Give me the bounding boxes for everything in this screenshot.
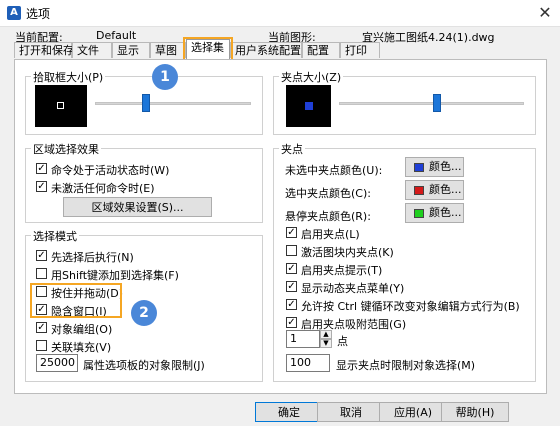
selected-grip-color-button[interactable]: 颜色...: [405, 180, 464, 200]
selected-grip-color-label: 选中夹点颜色(C):: [285, 187, 371, 200]
unselected-grip-color-label: 未选中夹点颜色(U):: [285, 164, 383, 177]
grip-snap-range-checkbox[interactable]: ✓: [286, 317, 297, 328]
grips-in-blocks-checkbox[interactable]: [286, 245, 297, 256]
window-title: 选项: [26, 7, 51, 21]
properties-limit-input[interactable]: 25000: [36, 354, 78, 372]
tab-plot[interactable]: 打印: [340, 42, 380, 58]
ok-button[interactable]: 确定: [255, 402, 323, 422]
noun-verb-checkbox[interactable]: ✓: [36, 250, 47, 261]
unselected-color-swatch: [414, 163, 424, 172]
grip-snap-value-input[interactable]: 1: [286, 330, 320, 348]
help-button[interactable]: 帮助(H): [441, 402, 509, 422]
grip-snap-unit: 点: [337, 335, 348, 348]
enable-grips-label: 启用夹点(L): [301, 228, 360, 241]
associative-hatch-checkbox[interactable]: [36, 340, 47, 351]
selection-mode-title: 选择模式: [31, 228, 79, 244]
pickbox-preview: [35, 85, 87, 127]
cancel-button[interactable]: 取消: [317, 402, 385, 422]
apply-button[interactable]: 应用(A): [379, 402, 447, 422]
properties-limit-label: 属性选项板的对象限制(J): [83, 359, 205, 372]
enable-grips-checkbox[interactable]: ✓: [286, 227, 297, 238]
spin-down-icon[interactable]: ▼: [320, 339, 332, 348]
annotation-badge-2: 2: [131, 300, 157, 326]
grip-object-limit-label: 显示夹点时限制对象选择(M): [336, 359, 476, 372]
hover-grip-color-button[interactable]: 颜色...: [405, 203, 464, 223]
grips-title: 夹点: [279, 141, 305, 157]
area-effect-title: 区域选择效果: [31, 141, 101, 157]
hover-color-button-label: 颜色...: [429, 206, 462, 219]
area-effect-idle-checkbox[interactable]: ✓: [36, 181, 47, 192]
tab-drafting[interactable]: 草图: [150, 42, 186, 58]
area-effect-active-checkbox[interactable]: ✓: [36, 163, 47, 174]
grip-marker: [305, 102, 313, 110]
shift-add-label: 用Shift键添加到选择集(F): [51, 269, 179, 282]
noun-verb-label: 先选择后执行(N): [51, 251, 134, 264]
tab-open-save[interactable]: 打开和保存: [14, 42, 74, 58]
unselected-grip-color-button[interactable]: 颜色...: [405, 157, 464, 177]
highlight-selection-options: [30, 283, 122, 318]
spin-up-icon[interactable]: ▲: [320, 330, 332, 339]
close-icon[interactable]: ✕: [536, 4, 554, 22]
ctrl-cycle-checkbox[interactable]: ✓: [286, 299, 297, 310]
dynamic-grip-menu-checkbox[interactable]: ✓: [286, 281, 297, 292]
tab-user-preferences[interactable]: 用户系统配置: [230, 42, 302, 58]
title-bar: [0, 0, 560, 27]
app-icon: A: [7, 6, 21, 20]
pickbox-slider-thumb[interactable]: [142, 94, 151, 112]
grip-size-slider-thumb[interactable]: [433, 94, 442, 112]
area-effect-settings-button[interactable]: 区域效果设置(S)...: [63, 197, 212, 217]
shift-add-checkbox[interactable]: [36, 268, 47, 279]
pickbox-slider-track[interactable]: [95, 102, 251, 105]
pickbox-title: 拾取框大小(P): [31, 69, 106, 85]
object-grouping-label: 对象编组(O): [51, 323, 113, 336]
associative-hatch-label: 关联填充(V): [51, 341, 112, 354]
pickbox-marker: [57, 102, 64, 109]
current-drawing-value: 宜兴施工图纸4.24(1).dwg: [362, 31, 495, 44]
tab-profiles[interactable]: 配置: [302, 42, 340, 58]
selected-color-swatch: [414, 186, 424, 195]
grip-size-preview: [286, 85, 331, 127]
grip-size-slider-track[interactable]: [339, 102, 524, 105]
hover-color-swatch: [414, 209, 424, 218]
current-profile-value: Default: [96, 29, 137, 42]
tab-display[interactable]: 显示: [112, 42, 150, 58]
grip-size-title: 夹点大小(Z): [279, 69, 344, 85]
area-effect-active-label: 命令处于活动状态时(W): [51, 164, 170, 177]
area-effect-idle-label: 未激活任何命令时(E): [51, 182, 155, 195]
selected-color-button-label: 颜色...: [429, 183, 462, 196]
ctrl-cycle-label: 允许按 Ctrl 键循环改变对象编辑方式行为(B): [301, 300, 520, 313]
object-grouping-checkbox[interactable]: ✓: [36, 322, 47, 333]
unselected-color-button-label: 颜色...: [429, 160, 462, 173]
grips-in-blocks-label: 激活图块内夹点(K): [301, 246, 394, 259]
grip-tips-label: 启用夹点提示(T): [301, 264, 383, 277]
annotation-badge-1: 1: [152, 64, 178, 90]
tab-files[interactable]: 文件: [72, 42, 112, 58]
hover-grip-color-label: 悬停夹点颜色(R):: [285, 210, 371, 223]
grip-object-limit-input[interactable]: 100: [286, 354, 330, 372]
grip-tips-checkbox[interactable]: ✓: [286, 263, 297, 274]
dynamic-grip-menu-label: 显示动态夹点菜单(Y): [301, 282, 405, 295]
